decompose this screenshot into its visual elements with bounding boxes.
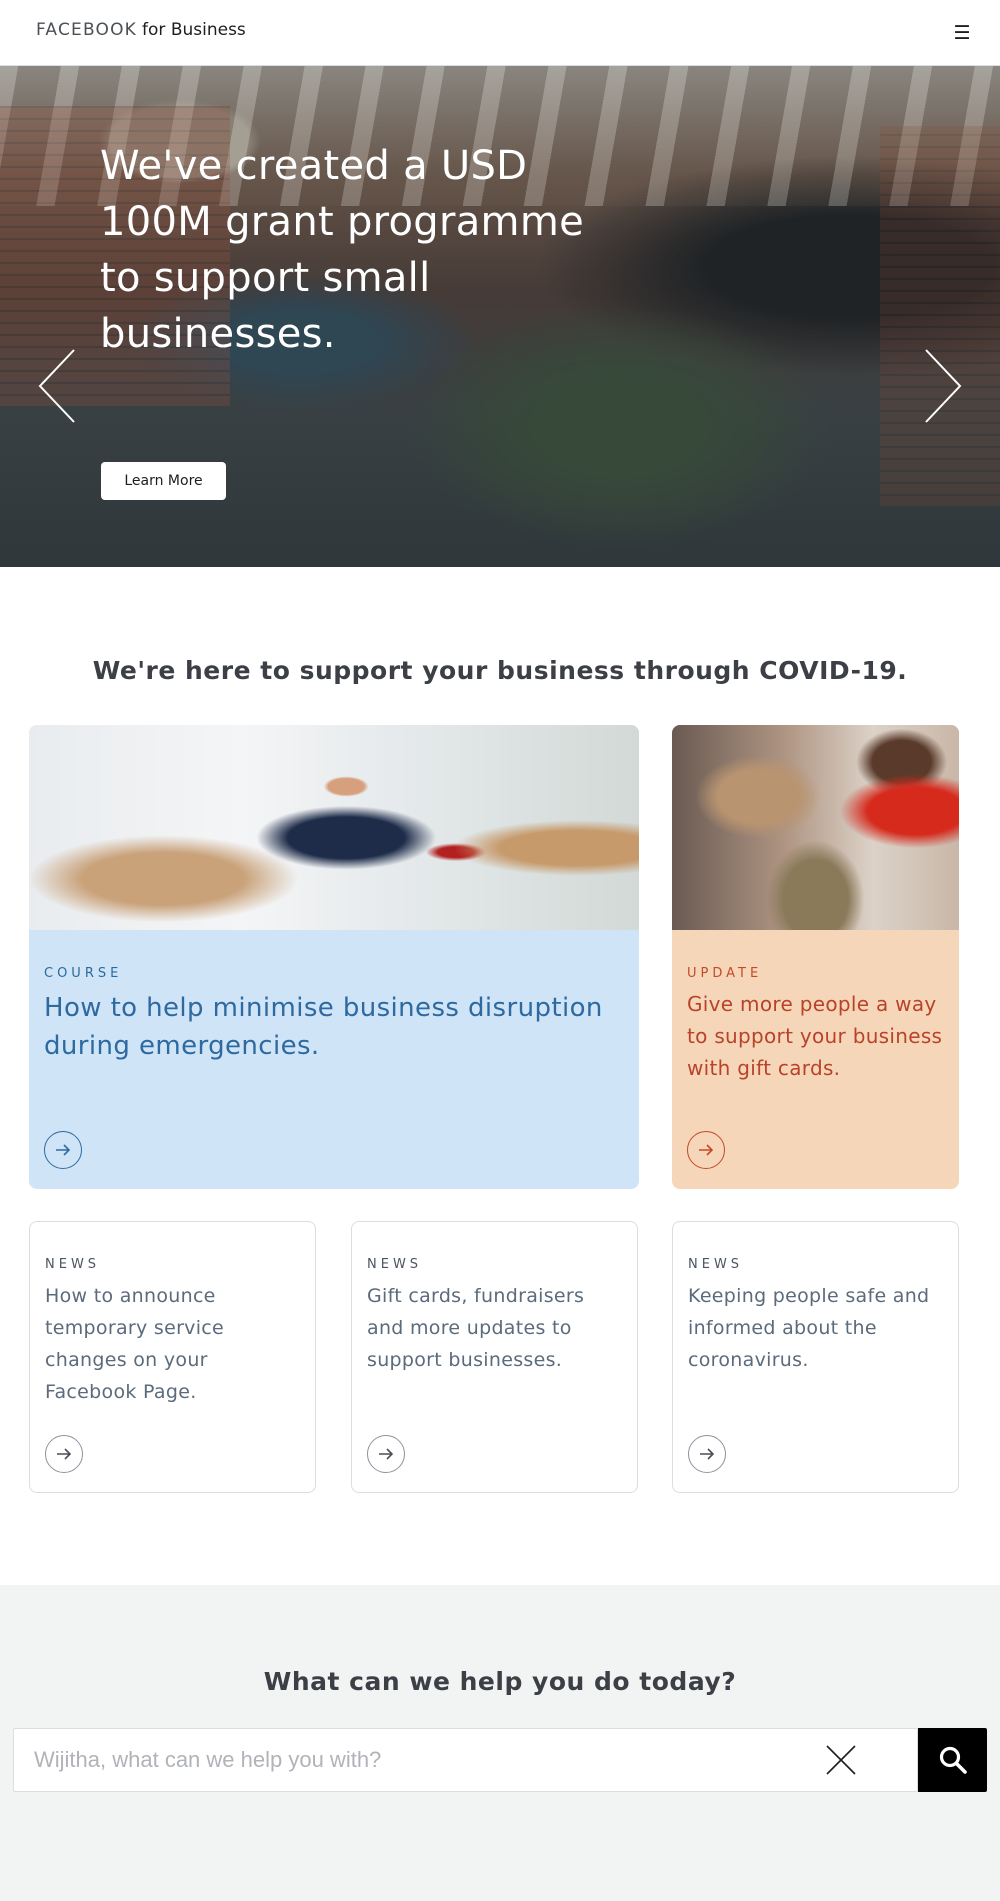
chevron-left-icon[interactable] — [36, 346, 86, 426]
card-tag: UPDATE — [687, 966, 763, 981]
course-card-image — [29, 725, 639, 930]
card-tag: COURSE — [44, 966, 123, 981]
arrow-right-icon[interactable] — [44, 1131, 82, 1169]
course-card[interactable]: COURSE How to help minimise business dis… — [29, 725, 639, 1189]
hamburger-menu-icon[interactable]: ☰ — [946, 18, 978, 48]
card-tag: NEWS — [45, 1257, 101, 1272]
arrow-right-icon[interactable] — [688, 1435, 726, 1473]
close-icon[interactable] — [824, 1743, 858, 1777]
learn-more-button[interactable]: Learn More — [101, 462, 226, 500]
hero-title: We've created a USD 100M grant programme… — [100, 143, 584, 357]
covid-section-title: We're here to support your business thro… — [92, 656, 908, 685]
card-heading: How to announce temporary service change… — [45, 1285, 225, 1403]
card-tag: NEWS — [688, 1257, 744, 1272]
arrow-right-icon[interactable] — [367, 1435, 405, 1473]
top-nav: FACEBOOK for Business ☰ — [0, 0, 1000, 66]
page: FACEBOOK for Business ☰ We've created a U… — [0, 0, 1000, 1901]
news-card[interactable]: NEWS Keeping people safe and informed ab… — [672, 1221, 959, 1493]
arrow-right-icon[interactable] — [45, 1435, 83, 1473]
arrow-right-icon[interactable] — [687, 1131, 725, 1169]
search-box — [13, 1728, 918, 1792]
card-heading: Keeping people safe and informed about t… — [688, 1285, 930, 1371]
help-section: What can we help you do today? — [0, 1585, 1000, 1901]
hero-background-brick-right — [880, 126, 1000, 506]
search-icon — [939, 1746, 967, 1774]
facebook-for-business-logo[interactable]: FACEBOOK for Business — [36, 20, 246, 40]
card-heading: Gift cards, fundraisers and more updates… — [367, 1285, 585, 1371]
search-input[interactable] — [34, 1729, 814, 1791]
help-title: What can we help you do today? — [263, 1667, 737, 1696]
card-tag: NEWS — [367, 1257, 423, 1272]
logo-brand: FACEBOOK — [36, 20, 138, 40]
chevron-right-icon[interactable] — [918, 346, 968, 426]
card-heading: How to help minimise business disruption… — [44, 993, 603, 1061]
update-card-image — [672, 725, 959, 930]
search-button[interactable] — [918, 1728, 987, 1792]
card-heading: Give more people a way to support your b… — [687, 992, 943, 1080]
logo-suffix: for Business — [142, 20, 246, 40]
news-card[interactable]: NEWS Gift cards, fundraisers and more up… — [351, 1221, 638, 1493]
update-card[interactable]: UPDATE Give more people a way to support… — [672, 725, 959, 1189]
news-card[interactable]: NEWS How to announce temporary service c… — [29, 1221, 316, 1493]
